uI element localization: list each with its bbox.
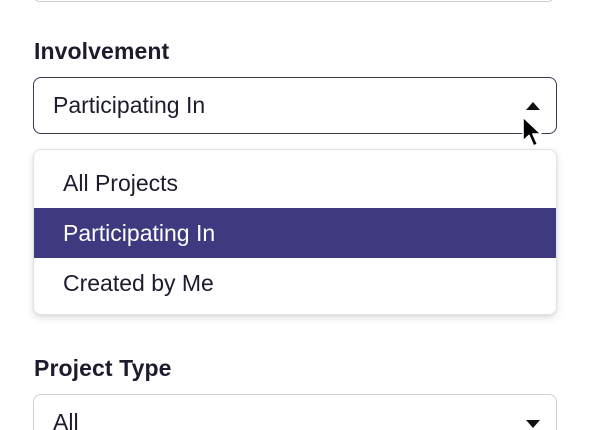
involvement-dropdown-menu: All Projects Participating In Created by… [33,149,557,315]
involvement-selected-value: Participating In [53,92,206,118]
filter-panel: Involvement Participating In All Project… [0,0,596,430]
mouse-pointer-icon [522,116,542,147]
previous-filter-field[interactable] [33,0,555,2]
menu-item-participating-in[interactable]: Participating In [34,208,556,258]
involvement-select[interactable]: Participating In [33,77,557,134]
project-type-select[interactable]: All [33,394,557,430]
caret-down-icon[interactable] [526,420,540,428]
menu-item-all-projects[interactable]: All Projects [34,158,556,208]
involvement-label: Involvement [34,38,170,64]
project-type-label: Project Type [34,355,172,381]
caret-up-icon[interactable] [526,102,540,110]
menu-item-created-by-me[interactable]: Created by Me [34,258,556,308]
project-type-selected-value: All [53,409,79,430]
